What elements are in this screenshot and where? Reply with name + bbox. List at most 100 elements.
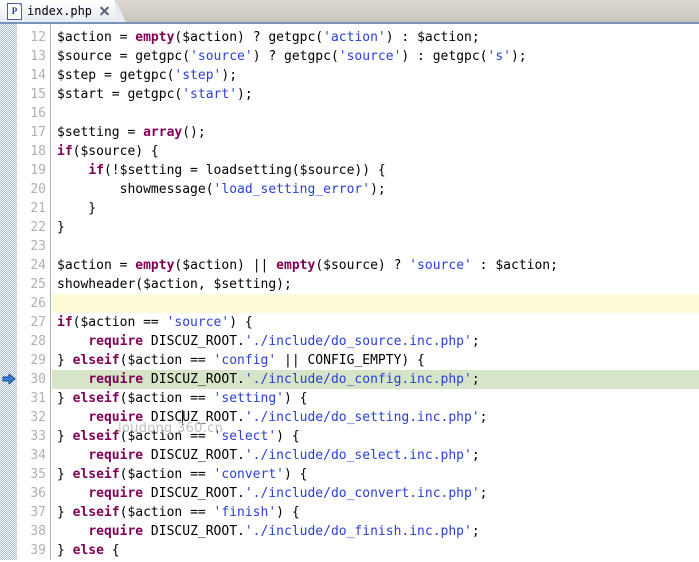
code-token-str: 'source' [409, 258, 472, 273]
code-line[interactable]: if(!$setting = loadsetting($source)) { [52, 161, 699, 180]
code-line[interactable]: if($action == 'source') { [52, 313, 699, 332]
code-line[interactable]: $setting = array(); [52, 123, 699, 142]
close-icon[interactable] [98, 5, 111, 18]
code-token-kw: require [88, 448, 144, 463]
code-token-plain: ($action == [72, 315, 167, 330]
code-line[interactable]: } else { [52, 541, 699, 560]
line-number: 35 [30, 467, 46, 482]
code-line[interactable]: } [52, 199, 699, 218]
code-text-content[interactable]: $action = empty($action) ? getgpc('actio… [52, 24, 699, 560]
code-line[interactable]: } elseif($action == 'select') { [52, 427, 699, 446]
code-token-str: 'action' [323, 30, 386, 45]
text-caret [182, 410, 183, 425]
line-number: 12 [30, 30, 46, 45]
code-line[interactable]: } [52, 218, 699, 237]
code-token-str: './include/do_select.inc.php' [244, 448, 472, 463]
line-number: 22 [30, 220, 46, 235]
code-token-plain: ($action) ? getgpc( [174, 30, 324, 45]
code-line[interactable]: } elseif($action == 'setting') { [52, 389, 699, 408]
line-number: 16 [30, 106, 46, 121]
code-token-kw: elseif [72, 429, 120, 444]
code-line[interactable]: $source = getgpc('source') ? getgpc('sou… [52, 47, 699, 66]
line-number: 21 [30, 201, 46, 216]
code-token-plain: || CONFIG_EMPTY) { [276, 353, 425, 368]
code-token-str: 'source' [190, 49, 253, 64]
code-token-str: './include/do_finish.inc.php' [244, 524, 472, 539]
code-line[interactable]: $step = getgpc('step'); [52, 66, 699, 85]
line-number: 38 [30, 524, 46, 539]
code-line[interactable]: if($source) { [52, 142, 699, 161]
code-line[interactable]: $start = getgpc('start'); [52, 85, 699, 104]
code-token-str: 'step' [174, 68, 222, 83]
php-file-icon: P [7, 2, 22, 20]
editor-tab-bar: P index.php [0, 0, 699, 24]
line-number: 24 [30, 258, 46, 273]
code-token-plain: DISCUZ_ROOT. [143, 448, 245, 463]
code-token-plain: } [57, 429, 73, 444]
code-token-plain: ($action == [119, 391, 214, 406]
code-token-kw: elseif [72, 505, 120, 520]
code-token-str: 'source' [338, 49, 402, 64]
code-line[interactable]: $action = empty($action) || empty($sourc… [52, 256, 699, 275]
code-token-str: './include/do_convert.inc.php' [244, 486, 480, 501]
editor-tab-index-php[interactable]: P index.php [0, 0, 127, 22]
code-token-plain: $start = getgpc( [57, 87, 183, 102]
code-token-str: './include/do_setting.inc.php' [244, 410, 480, 425]
code-token-plain: ; [479, 486, 488, 501]
code-line[interactable] [52, 104, 699, 123]
code-token-plain: ) { [284, 467, 308, 482]
code-token-kw: require [88, 410, 144, 425]
code-line[interactable]: showmessage('load_setting_error'); [52, 180, 699, 199]
code-editor-area[interactable]: 12 13 14 15 16 17 18 19 20 21 22 23 24 25 26 27 28 29 30 31… [0, 24, 699, 560]
code-line[interactable]: require DISCUZ_ROOT.'./include/do_config… [52, 370, 699, 389]
line-number: 30 [30, 372, 46, 387]
code-token-plain: } [57, 391, 73, 406]
code-token-kw: empty [135, 258, 175, 273]
code-token-plain: } [57, 353, 73, 368]
code-token-kw: require [88, 372, 144, 387]
code-line[interactable]: showheader($action, $setting); [52, 275, 699, 294]
code-token-str: 'load_setting_error' [213, 182, 371, 197]
code-line[interactable]: require DISCUZ_ROOT.'./include/do_conver… [52, 484, 699, 503]
line-number: 15 [30, 87, 46, 102]
code-token-plain: : $action; [471, 258, 558, 273]
code-token-kw: require [88, 334, 144, 349]
code-token-plain: ) : getgpc( [401, 49, 488, 64]
line-number: 32 [30, 410, 46, 425]
code-line[interactable] [52, 294, 699, 313]
right-arrow-marker-icon[interactable] [2, 372, 16, 386]
code-token-plain: ) { [276, 505, 300, 520]
editor-tab-label: index.php [27, 4, 93, 18]
code-token-plain: ; [471, 334, 480, 349]
line-number: 39 [30, 543, 46, 558]
code-line[interactable]: } elseif($action == 'config' || CONFIG_E… [52, 351, 699, 370]
code-token-plain: ); [221, 68, 238, 83]
line-number: 33 [30, 429, 46, 444]
code-line[interactable]: require DISCUZ_ROOT.'./include/do_finish… [52, 522, 699, 541]
code-token-plain: (); [182, 125, 206, 140]
code-token-plain: ); [510, 49, 527, 64]
code-line[interactable]: require DISCUZ_ROOT.'./include/do_settin… [52, 408, 699, 427]
code-token-kw: elseif [72, 391, 120, 406]
code-token-plain: $action = [57, 258, 136, 273]
code-line[interactable]: } elseif($action == 'convert') { [52, 465, 699, 484]
code-line[interactable]: $action = empty($action) ? getgpc('actio… [52, 28, 699, 47]
code-line[interactable] [52, 237, 699, 256]
code-token-kw: else [72, 543, 104, 558]
annotation-ruler[interactable] [0, 24, 17, 560]
code-line[interactable]: } elseif($action == 'finish') { [52, 503, 699, 522]
code-token-str: 'setting' [213, 391, 284, 406]
code-token-plain: ); [237, 87, 253, 102]
code-token-plain: ($action == [119, 505, 214, 520]
code-token-kw: empty [135, 30, 175, 45]
code-line[interactable]: require DISCUZ_ROOT.'./include/do_source… [52, 332, 699, 351]
code-token-plain: ) { [229, 315, 253, 330]
line-number: 31 [30, 391, 46, 406]
code-line[interactable]: require DISCUZ_ROOT.'./include/do_select… [52, 446, 699, 465]
code-token-kw: if [88, 163, 104, 178]
code-token-plain: } [57, 201, 97, 216]
line-number: 34 [30, 448, 46, 463]
